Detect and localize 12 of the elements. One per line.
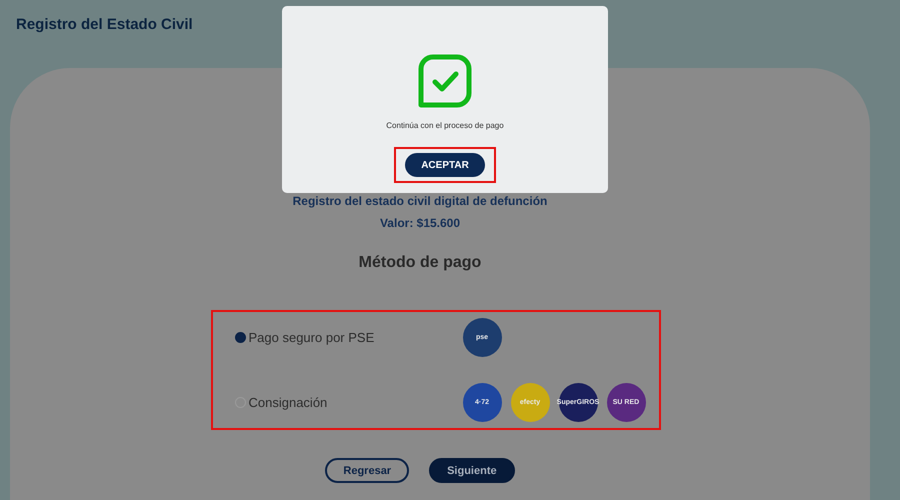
next-button[interactable]: Siguiente [429,458,515,483]
service-name: Registro del estado civil digital de defunción [292,194,548,208]
radio-button[interactable] [234,332,246,343]
price-label: Valor: $15.600 [380,216,460,230]
payment-option[interactable]: Consignación [234,395,462,410]
page-title: Registro del Estado Civil [16,16,193,33]
accept-button[interactable]: ACEPTAR [405,153,485,177]
modal-message: Continúa con el proceso de pago [386,121,504,130]
section-title: Método de pago [358,254,482,272]
back-button[interactable]: Regresar [325,458,410,483]
check-icon [417,53,473,109]
payment-option[interactable]: Pago seguro por PSE [234,330,462,345]
